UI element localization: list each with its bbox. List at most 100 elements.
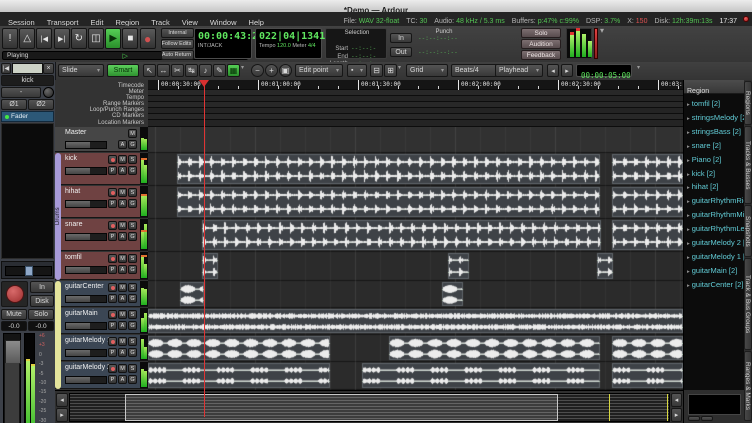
track-g-button[interactable]: G	[128, 294, 137, 303]
sidebar-tab-regions[interactable]: Regions	[744, 81, 752, 125]
edit-point-dropdown[interactable]: Edit point▾	[295, 64, 343, 77]
go-to-end-button[interactable]: ▶|	[54, 28, 70, 49]
track-header-kick[interactable]: kickMSPAG	[55, 153, 148, 185]
track-p-button[interactable]: P	[108, 199, 117, 208]
zoom-focus-dropdown[interactable]: Playhead▾	[495, 64, 543, 77]
height-chevron-icon[interactable]: ▾	[398, 64, 401, 71]
sidebar-tab-snapshots[interactable]: Snapshots	[744, 205, 752, 257]
nudge-clock[interactable]: 00:00:05:00	[576, 64, 632, 77]
track-rec-button[interactable]	[108, 188, 117, 197]
expander-icon[interactable]: ▸	[684, 213, 692, 219]
peak-display[interactable]: -0.0	[28, 321, 54, 331]
track-p-button[interactable]: P	[108, 232, 117, 241]
track-m-button[interactable]: M	[128, 129, 137, 138]
tool-audition-button[interactable]: ♪	[199, 64, 212, 77]
track-rec-button[interactable]	[108, 283, 117, 292]
expander-icon[interactable]: ▸	[684, 130, 692, 136]
track-p-button[interactable]: P	[108, 294, 117, 303]
track-m-button[interactable]: M	[118, 337, 127, 346]
expander-icon[interactable]: ▸	[684, 269, 692, 275]
track-m-button[interactable]: M	[118, 155, 127, 164]
track-rec-button[interactable]	[108, 254, 117, 263]
expander-icon[interactable]: ▸	[684, 283, 692, 289]
midi-panic-button[interactable]: !	[2, 28, 18, 49]
nudge-forward-button[interactable]: ▸	[561, 64, 573, 77]
track-a-button[interactable]: A	[118, 232, 127, 241]
tool-stretch-button[interactable]: ↹	[185, 64, 198, 77]
play-button[interactable]: ▶	[105, 28, 121, 49]
track-a-button[interactable]: A	[118, 166, 127, 175]
track-a-button[interactable]: A	[118, 348, 127, 357]
track-g-button[interactable]: G	[128, 348, 137, 357]
expander-icon[interactable]: ▸	[684, 185, 692, 191]
expander-icon[interactable]: ▸	[684, 144, 692, 150]
nudge-back-button[interactable]: ◂	[547, 64, 559, 77]
expander-icon[interactable]: ▸	[684, 116, 692, 122]
track-g-button[interactable]: G	[128, 321, 137, 330]
region-list-item[interactable]: ▸stringsBass [2]	[684, 123, 745, 137]
region-list-item[interactable]: ▸hihat [2]	[684, 178, 745, 192]
mute-button[interactable]: Mute	[1, 309, 27, 320]
summary-strip[interactable]	[69, 393, 670, 422]
track-fader[interactable]	[65, 233, 107, 241]
region-list-item[interactable]: ▸guitarCenter [2]	[684, 276, 745, 290]
track-m-button[interactable]: M	[118, 221, 127, 230]
sidebar-tab-tracks-busses[interactable]: Tracks & Busses	[744, 126, 752, 204]
track-m-button[interactable]: M	[118, 254, 127, 263]
region-list-item[interactable]: ▸guitarMelody 2 [2	[684, 234, 745, 248]
track-rec-button[interactable]	[108, 310, 117, 319]
track-fader[interactable]	[65, 200, 107, 208]
track-s-button[interactable]: S	[128, 221, 137, 230]
processor-box[interactable]	[1, 123, 54, 259]
summary-right-bottom-button[interactable]: ▸	[671, 408, 682, 422]
monitor-input-button[interactable]: In	[30, 281, 54, 293]
tool-internal-edit-button[interactable]: ▦	[227, 64, 240, 77]
processor-fader-entry[interactable]: Fader	[1, 111, 54, 122]
track-header-guitarcenter[interactable]: guitarCenterMSPAG	[55, 281, 148, 307]
edit-mode-dropdown[interactable]: Slide▾	[58, 64, 104, 77]
region-list-header[interactable]: Region	[684, 80, 745, 94]
track-g-button[interactable]: G	[128, 166, 137, 175]
expand-tracks-button[interactable]: ⊞	[384, 64, 397, 77]
solo-button[interactable]: Solo	[28, 309, 54, 320]
summary-viewport[interactable]	[125, 394, 558, 421]
monitor-disk-button[interactable]: Disk	[30, 295, 54, 307]
track-header-guitarmelody-1[interactable]: guitarMelody 1MSPAG	[55, 335, 148, 361]
track-a-button[interactable]: A	[118, 375, 127, 384]
shrink-tracks-button[interactable]: ⊟	[370, 64, 383, 77]
play-range-button[interactable]: ◫	[88, 28, 104, 49]
expander-icon[interactable]: ▸	[684, 255, 692, 261]
stop-button[interactable]: ■	[122, 28, 138, 49]
region-list-item[interactable]: ▸tomfil [2]	[684, 95, 745, 109]
track-header-guitarmain[interactable]: guitarMainMSPAG	[55, 308, 148, 334]
phase-2-button[interactable]: Ø2	[28, 99, 54, 110]
sidebar-tab-track-bus-groups[interactable]: Track & Bus Groups	[744, 258, 752, 350]
region-list-item[interactable]: ▸guitarMain [2]	[684, 262, 745, 276]
track-s-button[interactable]: S	[128, 364, 137, 373]
region-list-item[interactable]: ▸guitarMelody 1 [2	[684, 248, 745, 262]
expander-icon[interactable]: ▸	[684, 172, 692, 178]
loop-button[interactable]: ↻	[71, 28, 87, 49]
transport-chevron-icon[interactable]: ▾	[600, 26, 604, 35]
track-header-guitarmelody-2[interactable]: guitarMelody 2MSPAG	[55, 362, 148, 389]
region-list-item[interactable]: ▸guitarRhythmRigh	[684, 192, 745, 206]
track-s-button[interactable]: S	[128, 283, 137, 292]
track-m-button[interactable]: M	[118, 310, 127, 319]
track-s-button[interactable]: S	[128, 337, 137, 346]
trim-knob[interactable]	[43, 87, 54, 98]
go-to-start-button[interactable]: |◀	[36, 28, 52, 49]
summary-right-top-button[interactable]: ◂	[671, 393, 682, 407]
group-tab-group1[interactable]	[55, 281, 61, 389]
expander-icon[interactable]: ▸	[684, 199, 692, 205]
track-header-master[interactable]: MasterMAG	[55, 127, 148, 152]
track-s-button[interactable]: S	[128, 188, 137, 197]
ruler-row-timecode[interactable]: 00:00:30:0000:01:00:0000:01:30:0000:02:0…	[148, 80, 683, 90]
tool-cut-button[interactable]: ✂	[171, 64, 184, 77]
track-g-button[interactable]: G	[128, 375, 137, 384]
audition-button[interactable]: Audition	[521, 39, 561, 49]
auto-return-button[interactable]: Auto Return	[161, 50, 194, 60]
track-g-button[interactable]: G	[128, 232, 137, 241]
track-s-button[interactable]: S	[128, 254, 137, 263]
nudge-chevron-icon[interactable]: ▾	[637, 64, 640, 71]
gain-fader[interactable]	[3, 333, 21, 423]
